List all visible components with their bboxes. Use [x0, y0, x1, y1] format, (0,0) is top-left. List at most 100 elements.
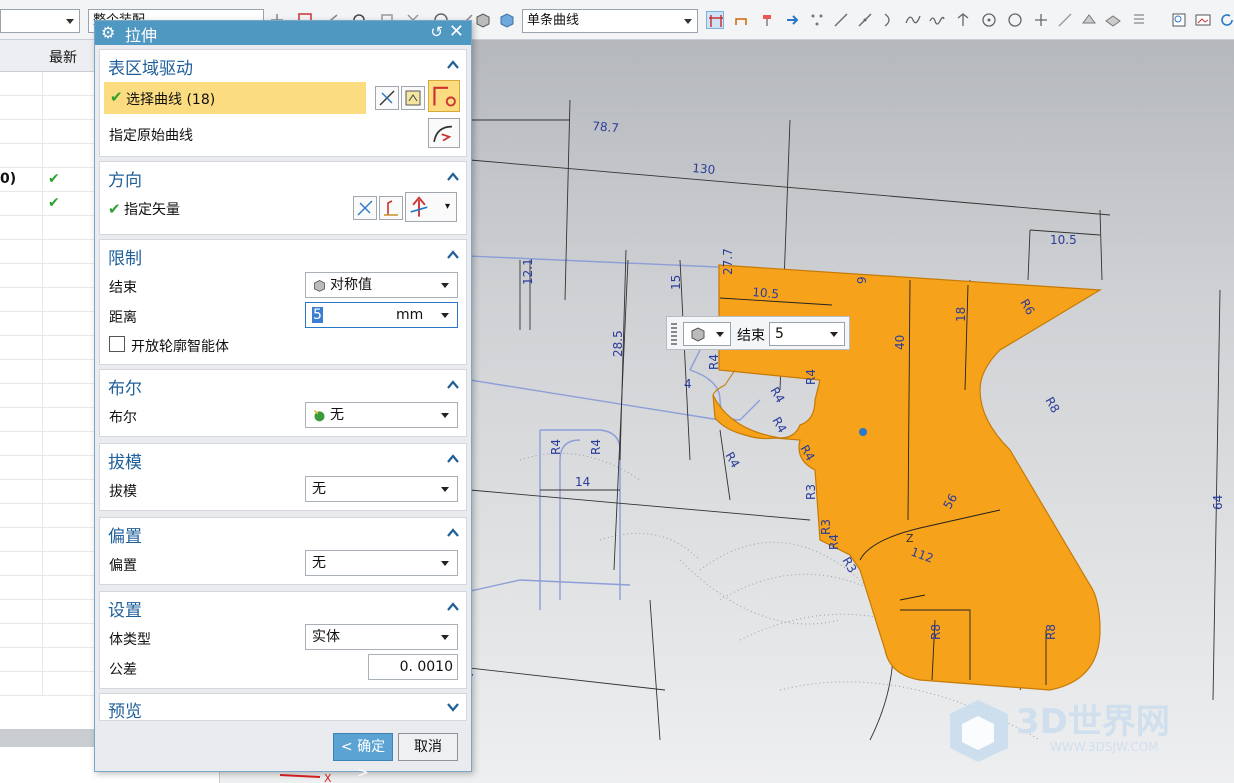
reverse-direction-button[interactable]	[353, 196, 377, 220]
section-header[interactable]: 设置	[100, 592, 466, 622]
sketch-section-icon	[379, 90, 395, 106]
section-offset: 偏置 偏置 无	[99, 517, 467, 585]
section-settings: 设置 体类型 实体 公差 0. 0010	[99, 591, 467, 689]
open-profile-label: 开放轮廓智能体	[131, 339, 229, 355]
section-header[interactable]: 偏置	[100, 518, 466, 548]
face-filter-icon[interactable]	[498, 11, 516, 29]
point-set-icon[interactable]	[808, 11, 826, 29]
section-title: 布尔	[108, 379, 142, 399]
boolean-none-icon	[313, 409, 325, 422]
close-icon[interactable]: ✕	[449, 21, 464, 42]
chevron-down-icon	[441, 561, 449, 566]
boolean-value: 无	[330, 407, 344, 423]
end-type-select[interactable]: 对称值	[305, 272, 458, 298]
vector-label: 指定矢量	[124, 202, 180, 218]
pivot-point	[859, 428, 867, 436]
dim-label: R4	[804, 369, 818, 385]
section-header[interactable]: 预览	[100, 694, 466, 722]
sketch-section-button[interactable]	[375, 86, 399, 110]
arrow-right-icon[interactable]	[784, 11, 802, 29]
check-icon: ✔	[48, 195, 60, 211]
datum-axis-icon[interactable]	[954, 11, 972, 29]
section-preview: 预览	[99, 693, 467, 722]
vector-dialog-button[interactable]	[379, 196, 403, 220]
dim-label: 18	[954, 307, 968, 322]
dim-label: 27.7	[721, 248, 735, 275]
boolean-select[interactable]: 无	[305, 402, 458, 428]
plus-icon[interactable]	[1032, 11, 1050, 29]
section-header[interactable]: 布尔	[100, 370, 466, 400]
chevron-down-icon	[441, 413, 449, 418]
section-title: 限制	[108, 249, 142, 269]
section-header[interactable]: 表区域驱动	[100, 50, 466, 80]
zoom-window-icon[interactable]	[1170, 11, 1188, 29]
section-title: 偏置	[108, 527, 142, 547]
drag-handle-icon[interactable]	[671, 323, 677, 345]
dim-label: 64	[1211, 495, 1225, 510]
body-type-select[interactable]: 实体	[305, 624, 458, 650]
dialog-titlebar[interactable]: ⚙ 拉伸 ↺ ✕	[95, 21, 471, 45]
dim-label: 12.1	[521, 258, 535, 285]
solid-body-filter-icon[interactable]	[474, 11, 492, 29]
offset-select[interactable]: 无	[305, 550, 458, 576]
section-header[interactable]: 拔模	[100, 444, 466, 474]
end-label: 结束	[109, 280, 137, 296]
tolerance-input[interactable]: 0. 0010	[368, 654, 458, 680]
circle-point-icon[interactable]	[980, 11, 998, 29]
offset-value: 无	[312, 555, 326, 571]
original-curve-label: 指定原始曲线	[109, 128, 193, 144]
select-curve-highlight[interactable]: ✔ 选择曲线 (18)	[104, 82, 366, 114]
curve-rule-combo[interactable]: 单条曲线	[522, 9, 698, 33]
chevron-down-icon	[830, 332, 838, 337]
mini-end-label: 结束	[737, 328, 765, 344]
spline-icon[interactable]	[904, 11, 922, 29]
refresh-icon[interactable]	[1218, 11, 1234, 29]
body-type-label: 体类型	[109, 632, 151, 648]
reset-icon[interactable]: ↺	[430, 23, 443, 41]
draft-label: 拔模	[109, 484, 137, 500]
draft-select[interactable]: 无	[305, 476, 458, 502]
dim-label: 9	[855, 276, 869, 284]
section-title: 拔模	[108, 453, 142, 473]
stop-at-intersection-icon[interactable]	[706, 11, 724, 29]
layers-icon[interactable]	[1130, 11, 1148, 29]
slash-line-icon[interactable]	[1056, 11, 1074, 29]
curve-rule-button[interactable]	[401, 86, 425, 110]
dim-label: R8	[1044, 624, 1058, 640]
cancel-button[interactable]: 取消	[398, 733, 458, 761]
surface-icon[interactable]	[1080, 11, 1098, 29]
plane-icon[interactable]	[1104, 11, 1122, 29]
feature-curves-icon[interactable]	[758, 11, 776, 29]
vector-type-dropdown[interactable]: ▾	[405, 192, 457, 222]
mini-end-value-input[interactable]: 5	[769, 322, 845, 346]
chevron-down-icon	[447, 703, 459, 712]
chevron-down-icon	[66, 19, 74, 24]
section-title: 设置	[108, 601, 142, 621]
end-type-value: 对称值	[330, 277, 372, 293]
open-profile-checkbox[interactable]	[109, 336, 125, 352]
wave-curve-icon[interactable]	[928, 11, 946, 29]
image-capture-icon[interactable]	[1194, 11, 1212, 29]
original-curve-button[interactable]	[428, 118, 460, 148]
section-header[interactable]: 方向	[100, 162, 466, 192]
body-type-value: 实体	[312, 629, 340, 645]
section-region: 表区域驱动 ✔ 选择曲线 (18) 指定原始曲线	[99, 49, 467, 157]
dialog-title: 拉伸	[125, 26, 158, 45]
boolean-row: 布尔 无	[100, 400, 466, 430]
chevron-down-icon: ▾	[444, 201, 450, 212]
ok-button[interactable]: < 确定 >	[333, 733, 393, 781]
open-profile-row[interactable]: 开放轮廓智能体	[100, 330, 466, 360]
limit-type-dropdown[interactable]	[683, 322, 731, 346]
select-curve-row[interactable]: ✔ 选择曲线 (18)	[100, 80, 466, 118]
line-point-icon[interactable]	[856, 11, 874, 29]
filter-combo[interactable]	[0, 9, 80, 33]
section-title: 预览	[108, 702, 142, 722]
circle-icon[interactable]	[1006, 11, 1024, 29]
distance-input[interactable]: 5 mm	[305, 302, 458, 328]
follow-fillet-icon[interactable]	[732, 11, 750, 29]
boolean-label: 布尔	[109, 410, 137, 426]
section-header[interactable]: 限制	[100, 240, 466, 270]
line-icon[interactable]	[832, 11, 850, 29]
arc-icon[interactable]	[880, 11, 898, 29]
select-curve-button[interactable]	[428, 80, 460, 112]
